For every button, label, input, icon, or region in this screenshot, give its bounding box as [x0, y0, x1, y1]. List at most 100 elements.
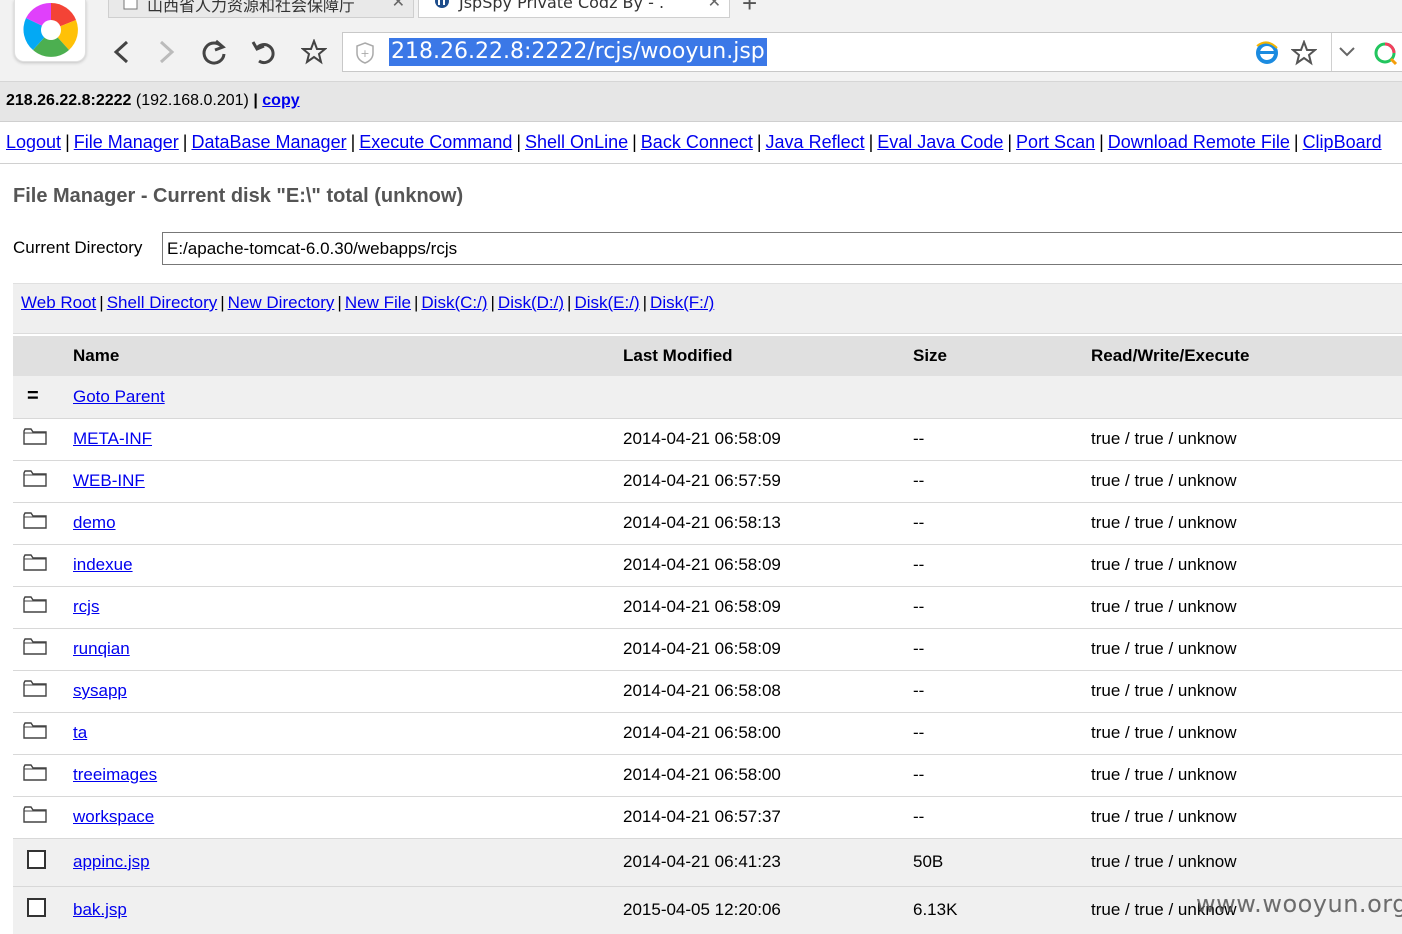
folder-link[interactable]: treeimages [73, 765, 157, 784]
menu-item-port-scan[interactable]: Port Scan [1016, 132, 1095, 152]
browser-logo[interactable] [14, 0, 86, 62]
back-button[interactable] [106, 36, 138, 68]
menu-item-logout[interactable]: Logout [6, 132, 61, 152]
tab-title: JspSpy Private Codz By - . [459, 0, 665, 12]
folder-icon [23, 512, 47, 529]
folder-link[interactable]: workspace [73, 807, 154, 826]
table-row: META-INF 2014-04-21 06:58:09 -- true / true… [13, 418, 1402, 460]
name-cell: demo [73, 502, 623, 544]
size-cell: -- [913, 597, 925, 616]
quick-link-new-file[interactable]: New File [345, 293, 411, 312]
table-row: sysapp 2014-04-21 06:58:08 -- true / true /… [13, 670, 1402, 712]
folder-link[interactable]: META-INF [73, 429, 152, 448]
menu-item-clipboard[interactable]: ClipBoard [1303, 132, 1382, 152]
permissions-cell: true / true / unknow [1091, 807, 1237, 826]
table-row: appinc.jsp 2014-04-21 06:41:23 50B true / t… [13, 838, 1402, 886]
menu-item-eval-java-code[interactable]: Eval Java Code [877, 132, 1003, 152]
permissions-cell: true / true / unknow [1091, 597, 1237, 616]
internal-ip: (192.168.0.201) [135, 92, 249, 109]
name-cell: bak.jsp [73, 886, 623, 934]
menu-item-database-manager[interactable]: DataBase Manager [191, 132, 346, 152]
shield-icon[interactable]: + [355, 42, 375, 69]
undo-close-button[interactable] [248, 36, 280, 68]
last-modified-cell: 2014-04-21 06:58:00 [623, 723, 781, 742]
address-bar[interactable]: + 218.26.22.8:2222/rcjs/wooyun.jsp [342, 32, 1402, 72]
menu-separator: | [632, 132, 637, 152]
header-name: Name [73, 346, 120, 365]
row-icon-cell [13, 544, 73, 586]
close-icon[interactable]: ✕ [392, 0, 405, 11]
quick-link-new-directory[interactable]: New Directory [228, 293, 335, 312]
file-link[interactable]: appinc.jsp [73, 852, 150, 871]
svg-text:+: + [360, 47, 369, 60]
size-cell: -- [913, 681, 925, 700]
folder-link[interactable]: runqian [73, 639, 130, 658]
name-cell: appinc.jsp [73, 838, 623, 886]
file-select-checkbox[interactable] [27, 898, 46, 917]
folder-icon [23, 722, 47, 739]
quick-link-disk-e[interactable]: Disk(E:/) [574, 293, 639, 312]
search-engine-icon[interactable] [1373, 41, 1399, 72]
quick-link-disk-c[interactable]: Disk(C:/) [421, 293, 487, 312]
name-cell: treeimages [73, 754, 623, 796]
address-dropdown-button[interactable] [1331, 33, 1361, 71]
site-favicon-icon [433, 0, 451, 13]
table-row: ta 2014-04-21 06:58:00 -- true / true / unk… [13, 712, 1402, 754]
row-icon-cell [13, 838, 73, 886]
tab-hr-site[interactable]: 山西省人力资源和社会保障厅 ✕ [108, 0, 414, 18]
star-icon [301, 39, 327, 65]
goto-parent-row: = Goto Parent [13, 376, 1402, 418]
file-select-checkbox[interactable] [27, 850, 46, 869]
close-icon[interactable]: ✕ [708, 0, 721, 11]
name-cell: runqian [73, 628, 623, 670]
quick-link-separator: | [220, 293, 225, 312]
quick-link-separator: | [413, 293, 419, 312]
last-modified-cell: 2014-04-21 06:58:09 [623, 429, 781, 448]
last-modified-cell: 2014-04-21 06:58:09 [623, 639, 781, 658]
main-menu: Logout | File Manager | DataBase Manager | Exe… [0, 122, 1402, 164]
folder-link[interactable]: indexue [73, 555, 133, 574]
size-cell: 50B [913, 852, 944, 871]
folder-link[interactable]: demo [73, 513, 116, 532]
quick-link-shell-directory[interactable]: Shell Directory [107, 293, 218, 312]
folder-link[interactable]: WEB-INF [73, 471, 145, 490]
url-text[interactable]: 218.26.22.8:2222/rcjs/wooyun.jsp [389, 38, 767, 66]
file-link[interactable]: bak.jsp [73, 900, 127, 919]
current-directory-input[interactable] [162, 232, 1402, 265]
quick-link-web-root[interactable]: Web Root [21, 293, 96, 312]
row-icon-cell [13, 586, 73, 628]
reload-button[interactable] [198, 36, 230, 68]
table-row: runqian 2014-04-21 06:58:09 -- true / true … [13, 628, 1402, 670]
folder-icon [23, 638, 47, 655]
menu-item-execute-command[interactable]: Execute Command [359, 132, 512, 152]
name-cell: indexue [73, 544, 623, 586]
menu-item-file-manager[interactable]: File Manager [74, 132, 179, 152]
folder-link[interactable]: rcjs [73, 597, 99, 616]
menu-separator: | [1007, 132, 1013, 152]
permissions-cell: true / true / unknow [1091, 639, 1237, 658]
row-icon-cell [13, 460, 73, 502]
size-cell: -- [913, 513, 925, 532]
new-tab-icon[interactable]: + [742, 0, 757, 19]
favorite-star-icon[interactable] [1290, 39, 1318, 71]
tab-jspspy[interactable]: JspSpy Private Codz By - . ✕ [418, 0, 730, 18]
row-icon-cell [13, 670, 73, 712]
menu-item-shell-online[interactable]: Shell OnLine [525, 132, 628, 152]
menu-item-back-connect[interactable]: Back Connect [641, 132, 753, 152]
quick-link-disk-f[interactable]: Disk(F:/) [650, 293, 714, 312]
permissions-cell: true / true / unknow [1091, 723, 1237, 742]
menu-item-download-remote-file[interactable]: Download Remote File [1108, 132, 1290, 152]
goto-parent-link[interactable]: Goto Parent [73, 387, 165, 406]
menu-separator: | [868, 132, 874, 152]
menu-item-java-reflect[interactable]: Java Reflect [766, 132, 865, 152]
quick-link-disk-d[interactable]: Disk(D:/) [498, 293, 564, 312]
folder-link[interactable]: ta [73, 723, 87, 742]
copy-link[interactable]: copy [262, 92, 299, 109]
forward-button[interactable] [150, 36, 182, 68]
last-modified-cell: 2014-04-21 06:58:08 [623, 681, 781, 700]
permissions-cell: true / true / unknow [1091, 765, 1237, 784]
tab-title: 山西省人力资源和社会保障厅 [147, 0, 356, 15]
folder-link[interactable]: sysapp [73, 681, 127, 700]
ie-compat-icon[interactable] [1255, 40, 1279, 69]
bookmark-button[interactable] [298, 36, 330, 68]
